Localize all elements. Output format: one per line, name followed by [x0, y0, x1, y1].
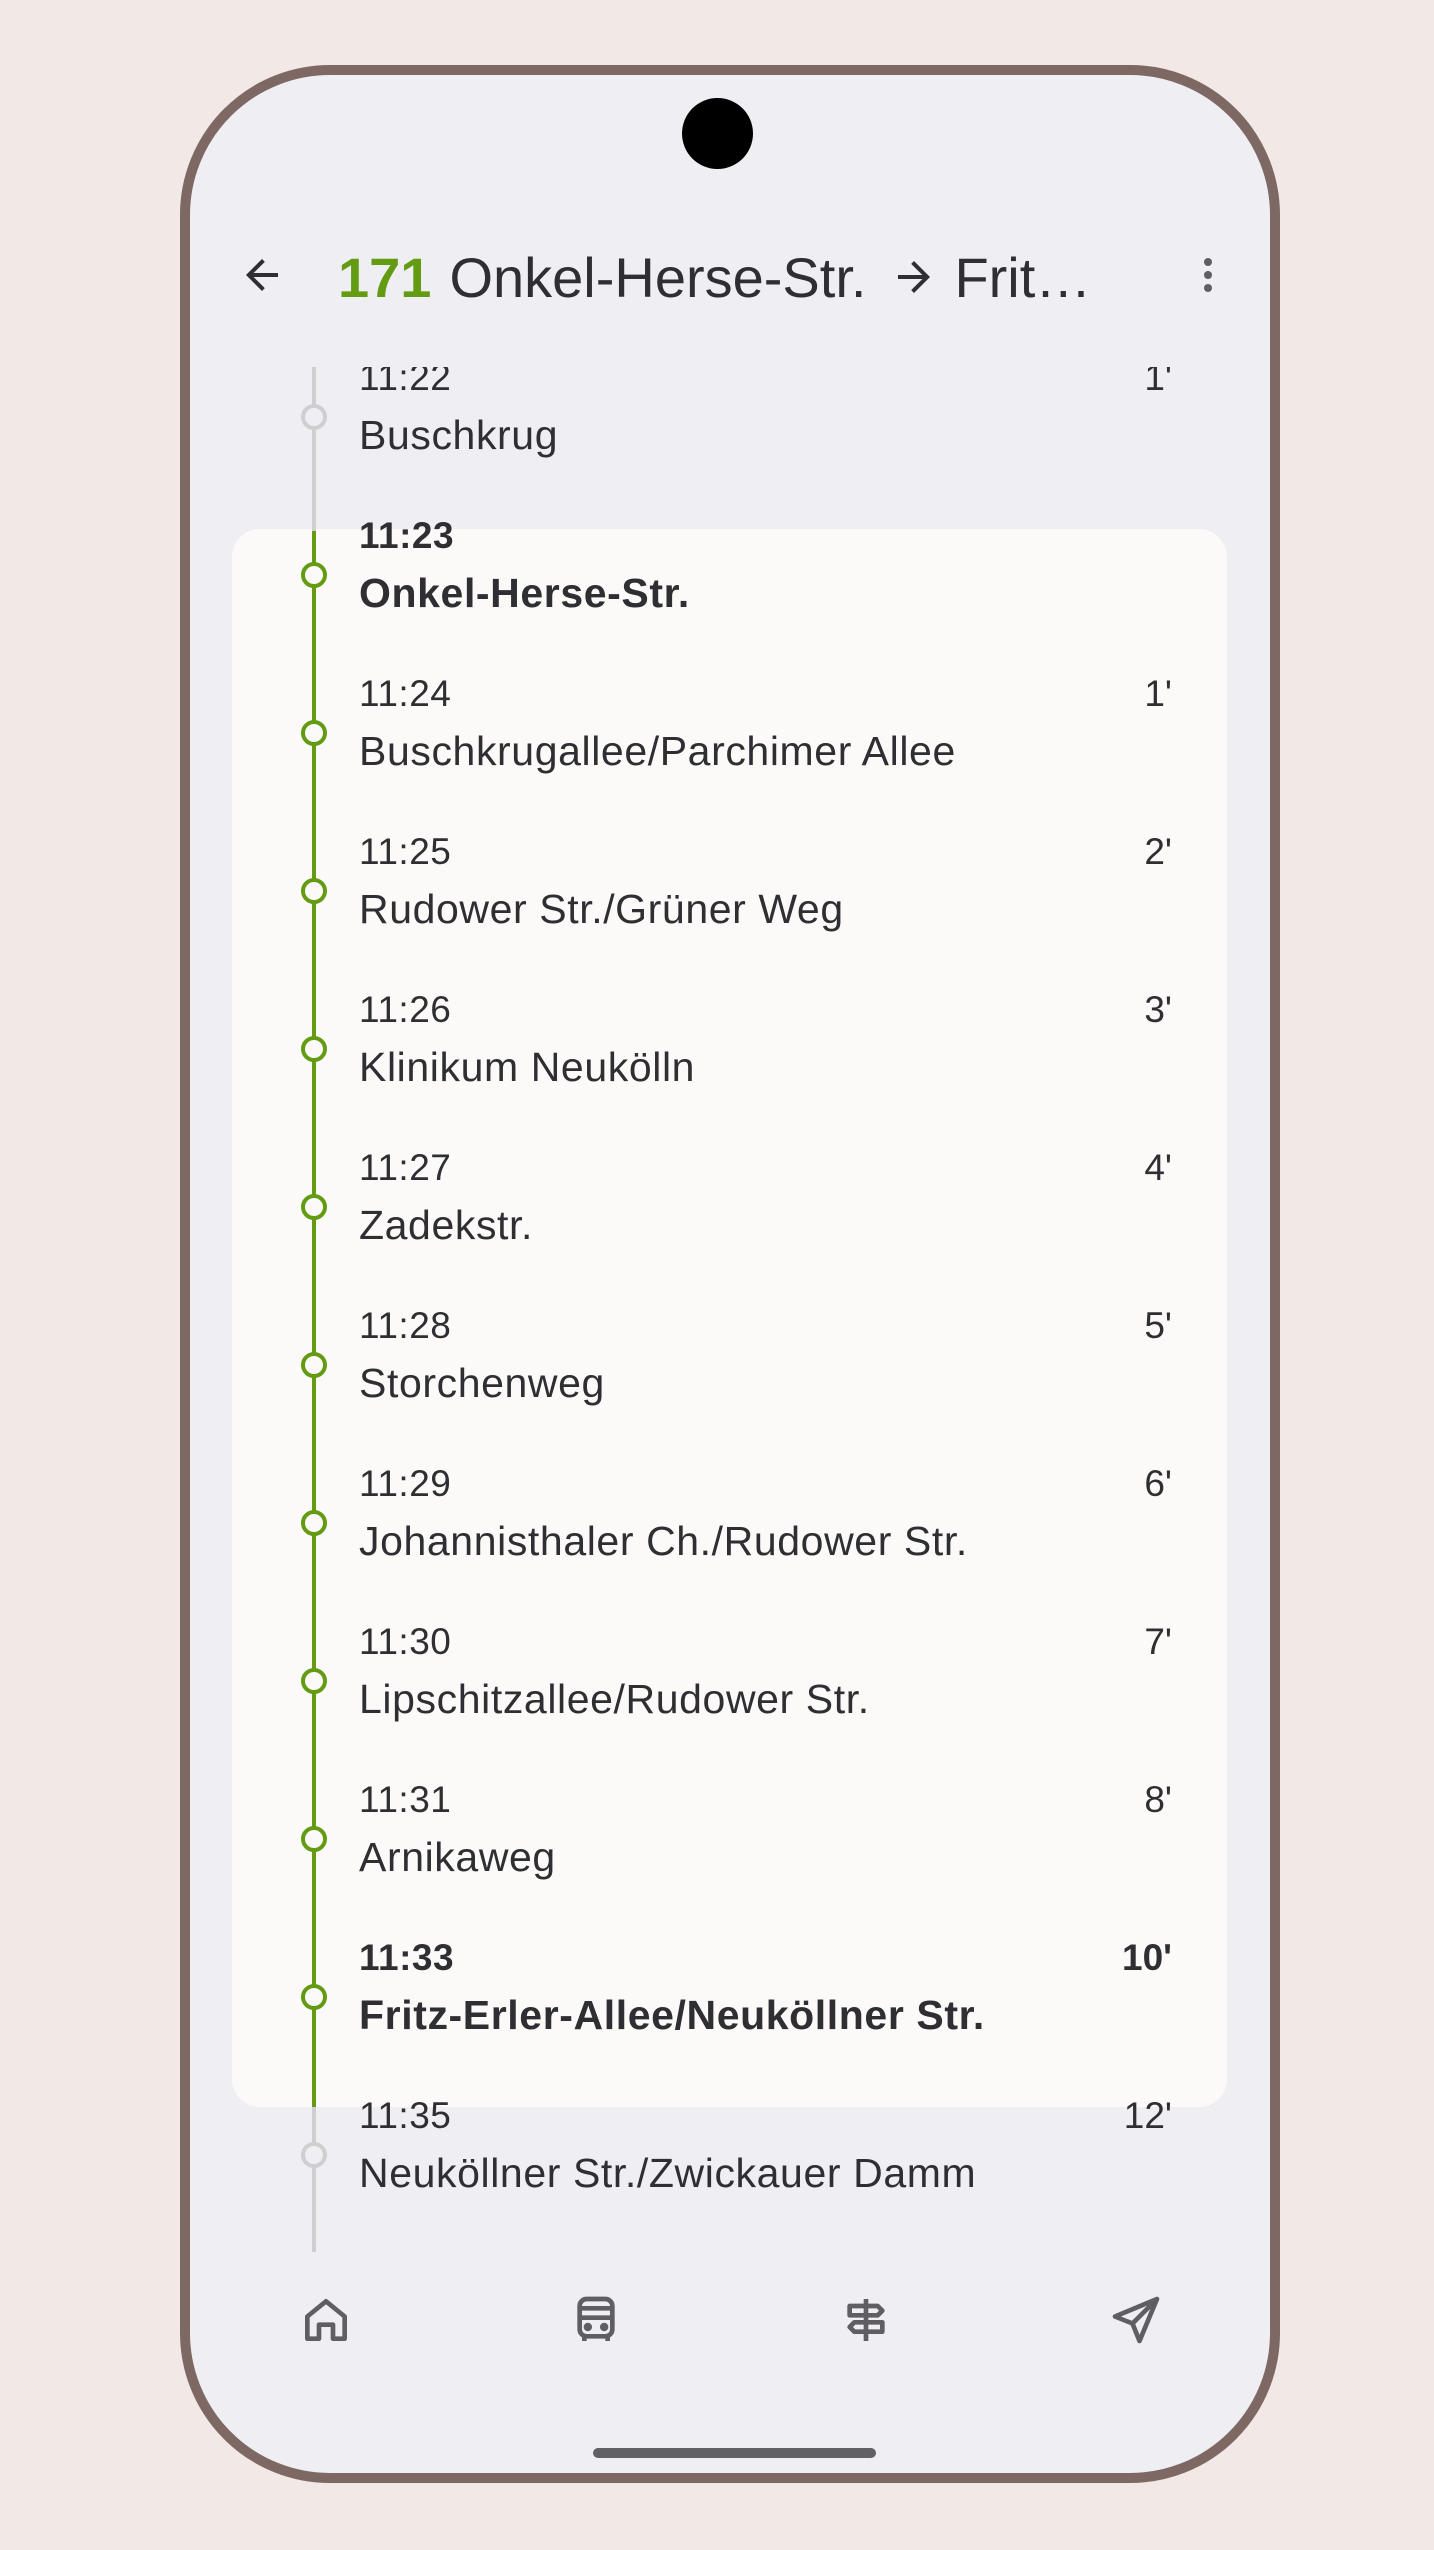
- stop-minutes-offset: 1': [1144, 367, 1172, 398]
- back-button[interactable]: [226, 241, 298, 313]
- signpost-icon: [838, 2292, 894, 2353]
- route-title: 171 Onkel-Herse-Str. Fritz-...: [338, 227, 1098, 327]
- stop-row[interactable]: 11:24 Buschkrugallee/Parchimer Allee 1': [190, 653, 1270, 811]
- stop-name: Johannisthaler Ch./Rudower Str.: [359, 1518, 968, 1564]
- stop-time: 11:24: [359, 673, 452, 714]
- stop-name: Buschkrug: [359, 412, 559, 458]
- stop-marker-icon: [301, 2142, 327, 2168]
- stop-name: Storchenweg: [359, 1360, 605, 1406]
- stop-minutes-offset: 6': [1144, 1463, 1172, 1504]
- stop-name: Rudower Str./Grüner Weg: [359, 886, 844, 932]
- stop-list[interactable]: 11:22 Buschkrug 1' 11:23 Onkel-Herse-Str. 11:…: [190, 367, 1270, 2252]
- stop-row[interactable]: 11:29 Johannisthaler Ch./Rudower Str. 6': [190, 1443, 1270, 1601]
- stop-marker-icon: [301, 404, 327, 430]
- overflow-menu-button[interactable]: [1178, 241, 1238, 313]
- stop-time: 11:28: [359, 1305, 452, 1346]
- stop-row[interactable]: 11:25 Rudower Str./Grüner Weg 2': [190, 811, 1270, 969]
- line-number: 171: [338, 245, 432, 309]
- stop-name: Onkel-Herse-Str.: [359, 570, 690, 616]
- stop-time: 11:33: [359, 1937, 455, 1978]
- nav-departures[interactable]: [556, 2282, 636, 2362]
- stop-row[interactable]: 11:33 Fritz-Erler-Allee/Neuköllner Str. 10…: [190, 1917, 1270, 2075]
- origin-stop: Onkel-Herse-Str.: [449, 245, 867, 309]
- stop-row[interactable]: 11:27 Zadekstr. 4': [190, 1127, 1270, 1285]
- stop-marker-icon: [301, 1984, 327, 2010]
- stop-minutes-offset: 10': [1122, 1937, 1172, 1978]
- stop-minutes-offset: 2': [1144, 831, 1172, 872]
- stop-row[interactable]: 11:28 Storchenweg 5': [190, 1285, 1270, 1443]
- stop-name: Klinikum Neukölln: [359, 1044, 696, 1090]
- stop-row[interactable]: 11:31 Arnikaweg 8': [190, 1759, 1270, 1917]
- top-app-bar: 171 Onkel-Herse-Str. Fritz-...: [190, 227, 1270, 327]
- stop-time: 11:23: [359, 515, 455, 556]
- arrow-back-icon: [238, 251, 286, 304]
- nav-home[interactable]: [286, 2282, 366, 2362]
- stop-time: 11:22: [359, 367, 452, 398]
- stop-name: Neuköllner Str./Zwickauer Damm: [359, 2150, 977, 2196]
- stop-name: Zadekstr.: [359, 1202, 534, 1248]
- stop-row[interactable]: 11:35 Neuköllner Str./Zwickauer Damm 12': [190, 2075, 1270, 2233]
- stop-name: Lipschitzallee/Rudower Str.: [359, 1676, 870, 1722]
- stop-minutes-offset: 5': [1144, 1305, 1172, 1346]
- stop-time: 11:30: [359, 1621, 452, 1662]
- phone-frame: 171 Onkel-Herse-Str. Fritz-... 11:: [180, 65, 1280, 2483]
- stop-minutes-offset: 12': [1123, 2095, 1172, 2136]
- stop-marker-icon: [301, 1510, 327, 1536]
- stop-name: Arnikaweg: [359, 1834, 556, 1880]
- stop-row[interactable]: 11:23 Onkel-Herse-Str.: [190, 495, 1270, 653]
- stop-name: Fritz-Erler-Allee/Neuköllner Str.: [359, 1992, 985, 2038]
- stop-marker-icon: [301, 1352, 327, 1378]
- stop-name: Buschkrugallee/Parchimer Allee: [359, 728, 956, 774]
- stop-minutes-offset: 7': [1144, 1621, 1172, 1662]
- nav-nearby[interactable]: [1096, 2282, 1176, 2362]
- stop-minutes-offset: 3': [1144, 989, 1172, 1030]
- stop-marker-icon: [301, 1668, 327, 1694]
- stop-minutes-offset: 4': [1144, 1147, 1172, 1188]
- stop-time: 11:31: [359, 1779, 452, 1820]
- stop-time: 11:25: [359, 831, 452, 872]
- home-indicator[interactable]: [593, 2448, 876, 2458]
- destination-stop: Fritz-...: [954, 245, 1098, 309]
- camera-cutout: [682, 98, 753, 169]
- stop-minutes-offset: 1': [1144, 673, 1172, 714]
- stop-minutes-offset: 8': [1144, 1779, 1172, 1820]
- navigation-icon: [1108, 2292, 1164, 2353]
- arrow-right-icon: [890, 253, 938, 301]
- bus-icon: [568, 2292, 624, 2353]
- stop-time: 11:26: [359, 989, 452, 1030]
- stop-marker-icon: [301, 1194, 327, 1220]
- stop-time: 11:29: [359, 1463, 452, 1504]
- more-vert-icon: [1184, 251, 1232, 304]
- home-icon: [298, 2292, 354, 2353]
- stop-time: 11:35: [359, 2095, 452, 2136]
- stop-marker-icon: [301, 720, 327, 746]
- stop-marker-icon: [301, 878, 327, 904]
- stop-row[interactable]: 11:22 Buschkrug 1': [190, 367, 1270, 495]
- stop-row[interactable]: 11:30 Lipschitzallee/Rudower Str. 7': [190, 1601, 1270, 1759]
- stop-marker-icon: [301, 562, 327, 588]
- stop-time: 11:27: [359, 1147, 452, 1188]
- stop-row[interactable]: 11:26 Klinikum Neukölln 3': [190, 969, 1270, 1127]
- nav-directions[interactable]: [826, 2282, 906, 2362]
- stop-marker-icon: [301, 1826, 327, 1852]
- stop-marker-icon: [301, 1036, 327, 1062]
- bottom-navigation: [190, 2252, 1270, 2402]
